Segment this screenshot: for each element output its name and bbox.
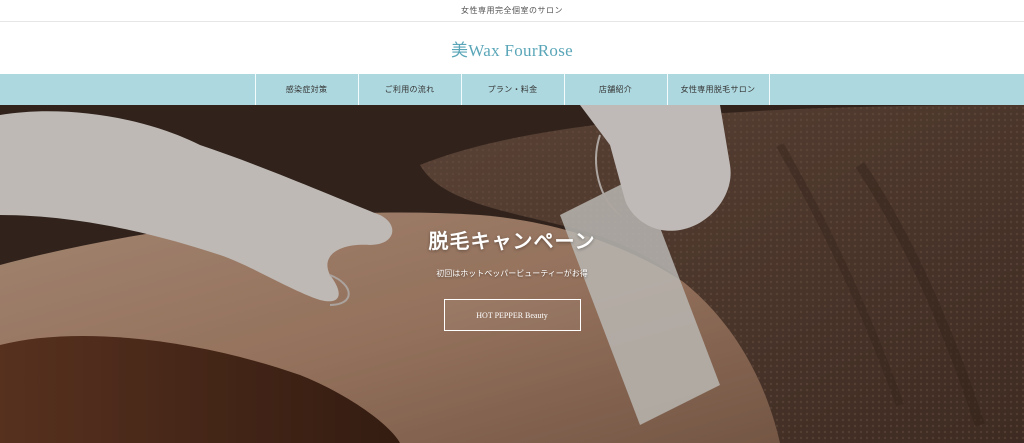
- tagline: 女性専用完全個室のサロン: [461, 6, 563, 15]
- logo-row: 美Wax FourRose: [0, 22, 1024, 74]
- site-logo[interactable]: 美Wax FourRose: [451, 36, 573, 61]
- hero-content: 脱毛キャンペーン 初回はホットペッパービューティーがお得 HOT PEPPER …: [0, 225, 1024, 331]
- hero-title: 脱毛キャンペーン: [428, 229, 596, 253]
- nav-item-infection-control[interactable]: 感染症対策: [254, 74, 358, 105]
- nav-item-plans-prices[interactable]: プラン・料金: [460, 74, 564, 105]
- hotpepper-button[interactable]: HOT PEPPER Beauty: [443, 299, 581, 331]
- main-nav: 感染症対策 ご利用の流れ プラン・料金 店舗紹介 女性専用脱毛サロン: [0, 74, 1024, 105]
- top-tagline-bar: 女性専用完全個室のサロン: [0, 0, 1024, 22]
- nav-item-usage-flow[interactable]: ご利用の流れ: [357, 74, 461, 105]
- nav-item-store-info[interactable]: 店舗紹介: [563, 74, 667, 105]
- hero-section: 脱毛キャンペーン 初回はホットペッパービューティーがお得 HOT PEPPER …: [0, 105, 1024, 443]
- nav-item-women-salon[interactable]: 女性専用脱毛サロン: [666, 74, 770, 105]
- hero-subtitle: 初回はホットペッパービューティーがお得: [436, 269, 588, 278]
